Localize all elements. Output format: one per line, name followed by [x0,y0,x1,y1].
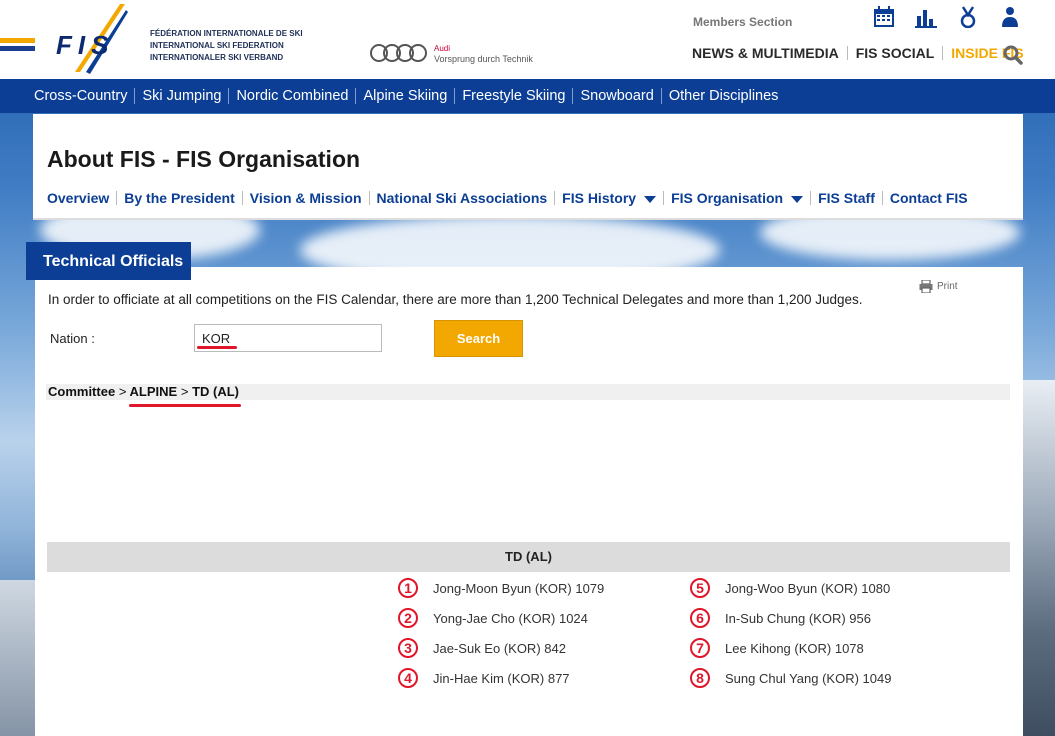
number-badge: 1 [398,578,418,598]
federation-name: FÉDÉRATION INTERNATIONALE DE SKI INTERNA… [150,29,303,62]
top-navigation: NEWS & MULTIMEDIA FIS SOCIAL INSIDE FIS [692,45,1024,61]
list-item: 7 Lee Kihong (KOR) 1078 [690,638,864,658]
printer-icon [919,280,933,293]
subnav-contact-fis[interactable]: Contact FIS [890,190,968,206]
breadcrumb-td-al[interactable]: TD (AL) [192,384,239,399]
page-title: About FIS - FIS Organisation [47,146,361,172]
members-section-link[interactable]: Members Section [693,15,792,29]
about-panel: About FIS - FIS Organisation Overview By… [33,114,1023,220]
nav-snowboard[interactable]: Snowboard [580,88,653,104]
quick-icons [873,6,1021,29]
list-item: 5 Jong-Woo Byun (KOR) 1080 [690,578,890,598]
annotation-underline [129,404,241,407]
official-name[interactable]: Yong-Jae Cho (KOR) 1024 [433,611,588,626]
list-item: 3 Jae-Suk Eo (KOR) 842 [398,638,566,658]
results-chart-icon[interactable] [915,6,937,28]
breadcrumb-separator: > [180,384,189,399]
nav-fis-social[interactable]: FIS SOCIAL [856,45,935,61]
list-item: 4 Jin-Hae Kim (KOR) 877 [398,668,570,688]
subnav-national-ski-associations[interactable]: National Ski Associations [377,190,548,206]
number-badge: 8 [690,668,710,688]
official-name[interactable]: Lee Kihong (KOR) 1078 [725,641,864,656]
official-name[interactable]: Jong-Moon Byun (KOR) 1079 [433,581,604,596]
list-item: 1 Jong-Moon Byun (KOR) 1079 [398,578,604,598]
breadcrumb-separator: > [118,384,127,399]
officials-panel [35,267,1023,736]
medal-icon[interactable] [957,6,979,29]
nav-freestyle-skiing[interactable]: Freestyle Skiing [462,88,565,104]
sponsor-text: Audi Vorsprung durch Technik [434,44,533,64]
list-item: 6 In-Sub Chung (KOR) 956 [690,608,871,628]
annotation-underline [197,346,237,349]
print-label: Print [937,281,958,292]
nav-ski-jumping[interactable]: Ski Jumping [142,88,221,104]
breadcrumb-alpine[interactable]: ALPINE [130,384,178,399]
site-header: FIS FÉDÉRATION INTERNATIONALE DE SKI INT… [0,0,1055,79]
calendar-icon[interactable] [873,6,895,28]
number-badge: 3 [398,638,418,658]
logo-stripes [0,38,35,54]
nav-cross-country[interactable]: Cross-Country [34,88,127,104]
audi-rings-icon[interactable] [369,42,429,64]
fis-logo[interactable]: FIS [56,30,114,61]
search-button[interactable]: Search [434,320,523,357]
athlete-icon[interactable] [999,6,1021,28]
subnav-by-the-president[interactable]: By the President [124,190,234,206]
nation-label: Nation : [50,331,95,346]
chevron-down-icon [644,195,657,203]
chevron-down-icon [791,195,804,203]
list-item: 2 Yong-Jae Cho (KOR) 1024 [398,608,588,628]
breadcrumb: Committee > ALPINE > TD (AL) [46,384,1010,400]
nav-other-disciplines[interactable]: Other Disciplines [669,88,779,104]
number-badge: 4 [398,668,418,688]
official-name[interactable]: Jong-Woo Byun (KOR) 1080 [725,581,890,596]
subnav-overview[interactable]: Overview [47,190,109,206]
subnav-fis-history[interactable]: FIS History [562,190,657,206]
technical-officials-tab[interactable]: Technical Officials [26,242,191,280]
number-badge: 2 [398,608,418,628]
number-badge: 5 [690,578,710,598]
list-item: 8 Sung Chul Yang (KOR) 1049 [690,668,891,688]
subnav-fis-staff[interactable]: FIS Staff [818,190,875,206]
discipline-navigation: Cross-Country Ski Jumping Nordic Combine… [0,79,1055,113]
about-subnav: Overview By the President Vision & Missi… [47,190,968,206]
official-name[interactable]: Sung Chul Yang (KOR) 1049 [725,671,891,686]
search-icon[interactable] [1003,45,1023,65]
number-badge: 6 [690,608,710,628]
nav-news-multimedia[interactable]: NEWS & MULTIMEDIA [692,45,839,61]
official-name[interactable]: Jae-Suk Eo (KOR) 842 [433,641,566,656]
nav-alpine-skiing[interactable]: Alpine Skiing [363,88,447,104]
list-header: TD (AL) [47,542,1010,572]
intro-text: In order to officiate at all competition… [48,292,863,307]
background-mountain [0,580,36,736]
breadcrumb-committee[interactable]: Committee [48,384,115,399]
subnav-vision-mission[interactable]: Vision & Mission [250,190,362,206]
subnav-fis-organisation[interactable]: FIS Organisation [671,190,804,206]
official-name[interactable]: Jin-Hae Kim (KOR) 877 [433,671,570,686]
print-button[interactable]: Print [919,280,958,293]
nav-nordic-combined[interactable]: Nordic Combined [236,88,348,104]
official-name[interactable]: In-Sub Chung (KOR) 956 [725,611,871,626]
number-badge: 7 [690,638,710,658]
